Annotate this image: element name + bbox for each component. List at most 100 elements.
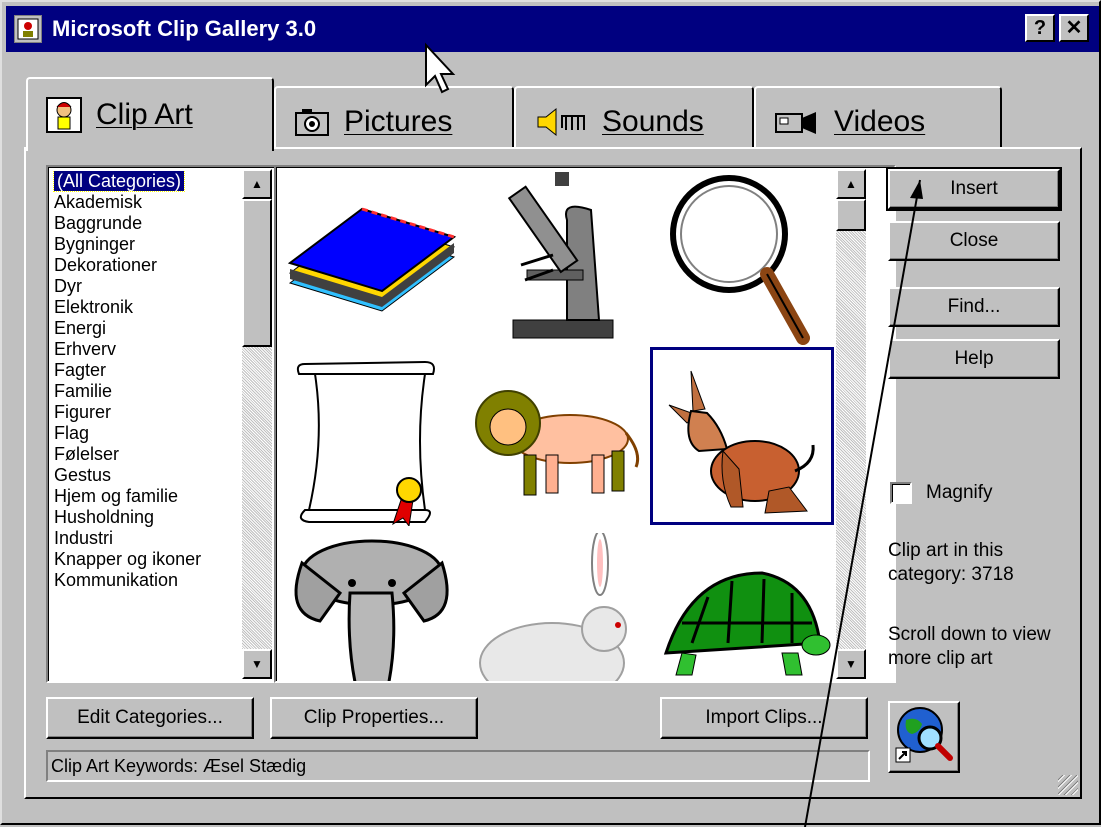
category-item[interactable]: Energi [52,318,220,339]
scroll-thumb[interactable] [242,199,272,347]
category-item[interactable]: Dyr [52,276,220,297]
find-button[interactable]: Find... [888,287,1060,327]
category-item-label: Dyr [54,276,82,296]
category-item-label: Erhverv [54,339,117,359]
category-item-label: Familie [54,381,113,401]
scroll-down-button[interactable]: ▼ [242,649,272,679]
category-item-label: Husholdning [54,507,155,527]
microscope-clip[interactable] [464,169,648,347]
category-item-label: Bygninger [54,234,136,254]
category-item[interactable]: Bygninger [52,234,220,255]
category-item[interactable]: Figurer [52,402,220,423]
category-item-label: Hjem og familie [54,486,179,506]
category-item-label: Akademisk [54,192,143,212]
donkey-clip[interactable] [650,347,834,525]
category-item-label: Knapper og ikoner [54,549,202,569]
category-item-label: Fagter [54,360,107,380]
close-button-label: Close [949,230,999,251]
book-clip[interactable] [278,169,462,347]
category-item-label: Figurer [54,402,112,422]
clip-scroll-thumb[interactable] [836,199,866,231]
find-button-label: Find... [947,296,1001,317]
help-button-label: Help [954,348,994,369]
edit-categories-button[interactable]: Edit Categories... [46,697,254,739]
clip-art-panel: (All Categories) Akademisk Baggrunde Bygnin… [24,147,1082,799]
import-clips-button[interactable]: Import Clips... [660,697,868,739]
keywords-status: Clip Art Keywords: Æsel Stædig [46,750,870,782]
mouse-pointer-icon [425,42,456,94]
category-item[interactable]: Gestus [52,465,220,486]
resize-grip[interactable] [1058,775,1078,795]
lion-clip[interactable] [464,349,648,527]
category-item[interactable]: Familie [52,381,220,402]
category-item-label: Industri [54,528,114,548]
tab-videos[interactable]: Videos [754,86,1002,156]
category-item-label: Elektronik [54,297,134,317]
globe-search-icon [894,704,954,770]
category-scrollbar[interactable]: ▲ ▼ [242,169,272,679]
magnifier-clip[interactable] [650,169,834,347]
clip-art-icon [46,97,82,133]
category-item[interactable]: (All Categories) [52,171,220,192]
rabbit-clip[interactable] [464,529,648,681]
turtle-clip[interactable] [650,529,834,681]
tab-pictures[interactable]: Pictures [274,86,514,156]
scroll-up-button[interactable]: ▲ [242,169,272,199]
category-item-label: Energi [54,318,107,338]
clip-grid-scrollbar[interactable]: ▲ ▼ [836,169,866,679]
category-item-label: Dekorationer [54,255,158,275]
category-item[interactable]: Erhverv [52,339,220,360]
category-item[interactable]: Dekorationer [52,255,220,276]
category-item[interactable]: Baggrunde [52,213,220,234]
elephant-clip[interactable] [278,529,462,681]
video-camera-icon [774,104,820,140]
category-item[interactable]: Husholdning [52,507,220,528]
camera-icon [294,104,330,140]
category-list[interactable]: (All Categories) Akademisk Baggrunde Bygnin… [46,165,276,683]
import-clips-label: Import Clips... [705,707,823,728]
category-item[interactable]: Industri [52,528,220,549]
window-title: Microsoft Clip Gallery 3.0 [52,16,317,41]
tab-pictures-label: Pictures [344,105,453,138]
insert-button-label: Insert [950,178,998,199]
clip-grid[interactable]: ▲ ▼ [274,165,896,683]
category-item[interactable]: Hjem og familie [52,486,220,507]
category-item[interactable]: Følelser [52,444,220,465]
clip-count-line2: category: 3718 [888,564,1014,585]
help-title-button[interactable]: ? [1025,14,1055,42]
category-item[interactable]: Knapper og ikoner [52,549,220,570]
clip-properties-label: Clip Properties... [303,707,445,728]
help-button[interactable]: Help [888,339,1060,379]
category-item-label: Gestus [54,465,112,485]
tab-sounds-label: Sounds [602,105,704,138]
tab-sounds[interactable]: Sounds [514,86,754,156]
speaker-icon [534,104,594,140]
category-item[interactable]: Elektronik [52,297,220,318]
close-button[interactable]: Close [888,221,1060,261]
category-items: (All Categories) Akademisk Baggrunde Bygnin… [52,171,220,679]
magnify-label[interactable]: Magnify [926,481,993,505]
category-item-label: (All Categories) [52,171,186,192]
tab-clip-art[interactable]: Clip Art [26,77,274,151]
category-item-label: Kommunikation [54,570,179,590]
category-item-label: Følelser [54,444,120,464]
clip-properties-button[interactable]: Clip Properties... [270,697,478,739]
magnify-checkbox[interactable] [890,482,912,504]
clip-scroll-down-button[interactable]: ▼ [836,649,866,679]
insert-button[interactable]: Insert [886,167,1062,211]
scroll-hint-line1: Scroll down to view [888,624,1051,645]
edit-categories-label: Edit Categories... [77,707,223,728]
scroll-hint-line2: more clip art [888,648,993,669]
category-item[interactable]: Kommunikation [52,570,220,591]
category-item-label: Baggrunde [54,213,143,233]
close-title-button[interactable]: ✕ [1059,14,1089,42]
title-bar[interactable]: Microsoft Clip Gallery 3.0 ? ✕ [6,6,1099,52]
clip-gallery-live-button[interactable] [888,701,960,773]
scroll-clip[interactable] [278,349,462,527]
category-item[interactable]: Flag [52,423,220,444]
category-item[interactable]: Fagter [52,360,220,381]
app-icon[interactable] [14,15,42,43]
category-item[interactable]: Akademisk [52,192,220,213]
clip-scroll-up-button[interactable]: ▲ [836,169,866,199]
category-item-label: Flag [54,423,90,443]
